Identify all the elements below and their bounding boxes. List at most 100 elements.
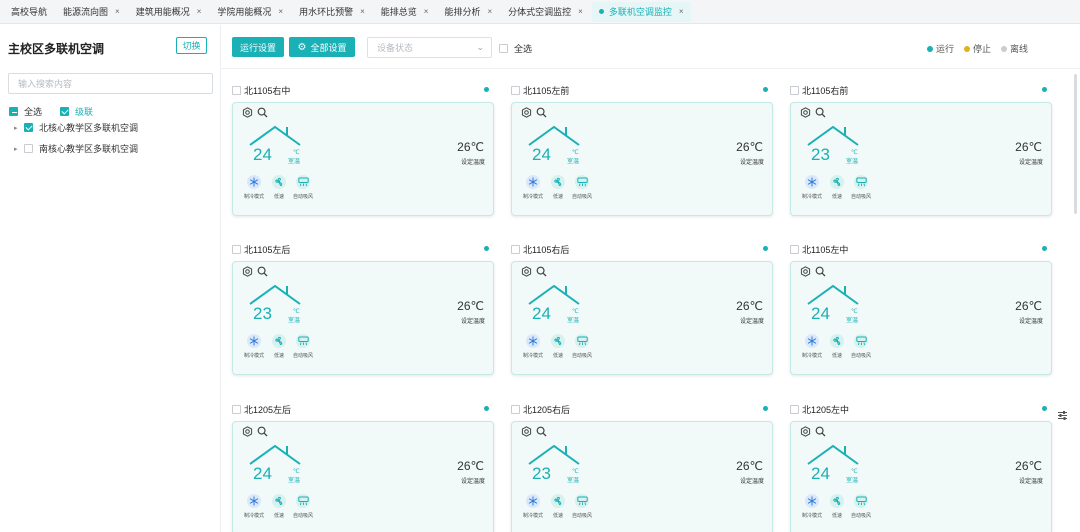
card-body[interactable]: 24 ℃ 室温 26℃ 设定温度 制冷模式 低速 自动吸风 <box>232 102 494 216</box>
close-icon[interactable]: × <box>115 7 120 16</box>
mode-item[interactable]: 自动吸风 <box>288 494 318 519</box>
settings-hex-icon[interactable] <box>800 426 811 440</box>
card-body[interactable]: 24 ℃ 室温 26℃ 设定温度 制冷模式 低速 自动吸风 <box>790 421 1052 532</box>
mode-item[interactable]: 自动吸风 <box>846 334 876 359</box>
select-all-checkbox[interactable] <box>9 107 18 116</box>
close-icon[interactable]: × <box>679 7 684 16</box>
device-checkbox[interactable] <box>232 85 241 95</box>
device-checkbox[interactable] <box>232 244 241 254</box>
search-icon[interactable] <box>815 426 826 440</box>
device-checkbox[interactable] <box>511 85 520 95</box>
cascade-checkbox[interactable] <box>60 107 70 116</box>
close-icon[interactable]: × <box>278 7 283 16</box>
close-icon[interactable]: × <box>578 7 583 16</box>
tree-item-south[interactable]: ▸ 南核心教学区多联机空调 <box>14 142 138 155</box>
card-body[interactable]: 23 ℃ 室温 26℃ 设定温度 制冷模式 低速 自动吸风 <box>232 261 494 375</box>
tab-item[interactable]: 学院用能概况 × <box>210 1 291 22</box>
tab-label: 高校导航 <box>11 7 48 17</box>
settings-hex-icon[interactable] <box>521 426 532 440</box>
mode-item[interactable]: 自动吸风 <box>288 175 318 200</box>
select-all-devices-checkbox[interactable] <box>499 44 508 53</box>
settings-hex-icon[interactable] <box>242 266 253 280</box>
settings-hex-icon[interactable] <box>521 266 532 280</box>
device-status-select[interactable]: 设备状态 ⌄ <box>367 37 492 58</box>
search-icon[interactable] <box>815 107 826 121</box>
room-temperature-value: 24 <box>532 145 551 164</box>
tree-item-north[interactable]: ▸ 北核心教学区多联机空调 <box>14 121 138 134</box>
filter-sliders-icon[interactable] <box>1057 410 1068 424</box>
switch-button[interactable]: 切换 <box>176 37 207 54</box>
status-dot-icon <box>763 406 768 411</box>
run-settings-button[interactable]: 运行设置 <box>232 37 284 57</box>
mode-item[interactable]: 自动吸风 <box>846 175 876 200</box>
status-legend: 运行 停止 离线 <box>926 42 1038 55</box>
status-dot-icon <box>763 246 768 251</box>
room-temperature-value: 24 <box>253 464 272 483</box>
tab-item[interactable]: 建筑用能概况 × <box>128 1 209 22</box>
card-body[interactable]: 23 ℃ 室温 26℃ 设定温度 制冷模式 低速 自动吸风 <box>511 421 773 532</box>
close-icon[interactable]: × <box>360 7 365 16</box>
tab-item[interactable]: 多联机空调监控 × <box>591 1 691 22</box>
tab-item[interactable]: 能排总览 × <box>373 1 436 22</box>
tab-item[interactable]: 能源流向图 × <box>56 1 127 22</box>
mode-item[interactable]: 自动吸风 <box>567 175 597 200</box>
search-icon[interactable] <box>815 266 826 280</box>
set-temperature-value: 26℃ <box>457 140 484 154</box>
scrollbar-thumb[interactable] <box>1074 74 1077 214</box>
card-body[interactable]: 23 ℃ 室温 26℃ 设定温度 制冷模式 低速 自动吸风 <box>790 102 1052 216</box>
chevron-down-icon: ⌄ <box>476 42 484 52</box>
settings-hex-icon[interactable] <box>800 266 811 280</box>
search-icon[interactable] <box>536 266 547 280</box>
tree-item-checkbox[interactable] <box>24 123 33 132</box>
device-checkbox[interactable] <box>790 404 799 414</box>
search-icon[interactable] <box>257 266 268 280</box>
device-name: 北1105左后 <box>244 244 291 255</box>
card-body[interactable]: 24 ℃ 室温 26℃ 设定温度 制冷模式 低速 自动吸风 <box>232 421 494 532</box>
mode-item[interactable]: 自动吸风 <box>567 334 597 359</box>
search-icon[interactable] <box>536 107 547 121</box>
fan-icon <box>551 494 565 508</box>
search-icon[interactable] <box>257 426 268 440</box>
mode-item[interactable]: 自动吸风 <box>846 494 876 519</box>
card-body[interactable]: 24 ℃ 室温 26℃ 设定温度 制冷模式 低速 自动吸风 <box>790 261 1052 375</box>
tree-search-input[interactable] <box>8 73 213 94</box>
snowflake-icon <box>247 494 261 508</box>
device-checkbox[interactable] <box>511 244 520 254</box>
device-checkbox[interactable] <box>790 244 799 254</box>
settings-hex-icon[interactable] <box>242 426 253 440</box>
device-checkbox[interactable] <box>232 404 241 414</box>
search-icon[interactable] <box>257 107 268 121</box>
room-temperature-value: 24 <box>253 145 272 164</box>
tab-item[interactable]: 高校导航 <box>4 1 55 22</box>
mode-item[interactable]: 自动吸风 <box>288 334 318 359</box>
set-temperature-value: 26℃ <box>457 299 484 313</box>
expand-arrow-icon[interactable]: ▸ <box>14 124 24 132</box>
device-checkbox[interactable] <box>790 85 799 95</box>
close-icon[interactable]: × <box>197 7 202 16</box>
expand-arrow-icon[interactable]: ▸ <box>14 145 24 153</box>
card-body[interactable]: 24 ℃ 室温 26℃ 设定温度 制冷模式 低速 自动吸风 <box>511 102 773 216</box>
card-header: 北1105左后 <box>232 240 494 258</box>
select-all-devices-label: 全选 <box>514 44 533 54</box>
search-icon[interactable] <box>536 426 547 440</box>
settings-hex-icon[interactable] <box>242 107 253 121</box>
tab-item[interactable]: 分体式空调监控 × <box>501 1 590 22</box>
legend-dot-icon <box>1000 45 1007 52</box>
card-body[interactable]: 24 ℃ 室温 26℃ 设定温度 制冷模式 低速 自动吸风 <box>511 261 773 375</box>
all-settings-label: 全部设置 <box>310 42 347 53</box>
tab-item[interactable]: 用水环比预警 × <box>292 1 372 22</box>
close-icon[interactable]: × <box>424 7 429 16</box>
device-checkbox[interactable] <box>511 404 520 414</box>
set-temperature-value: 26℃ <box>1015 299 1042 313</box>
select-all-devices[interactable]: 全选 <box>499 42 532 55</box>
tree-item-checkbox[interactable] <box>24 144 33 153</box>
settings-hex-icon[interactable] <box>521 107 532 121</box>
air-flow-icon <box>575 175 589 189</box>
tab-item[interactable]: 能排分析 × <box>437 1 500 22</box>
close-icon[interactable]: × <box>487 7 492 16</box>
snowflake-icon <box>805 494 819 508</box>
set-temperature-label: 设定温度 <box>460 479 485 485</box>
all-settings-button[interactable]: ⚙ 全部设置 <box>289 37 355 57</box>
settings-hex-icon[interactable] <box>800 107 811 121</box>
mode-item[interactable]: 自动吸风 <box>567 494 597 519</box>
